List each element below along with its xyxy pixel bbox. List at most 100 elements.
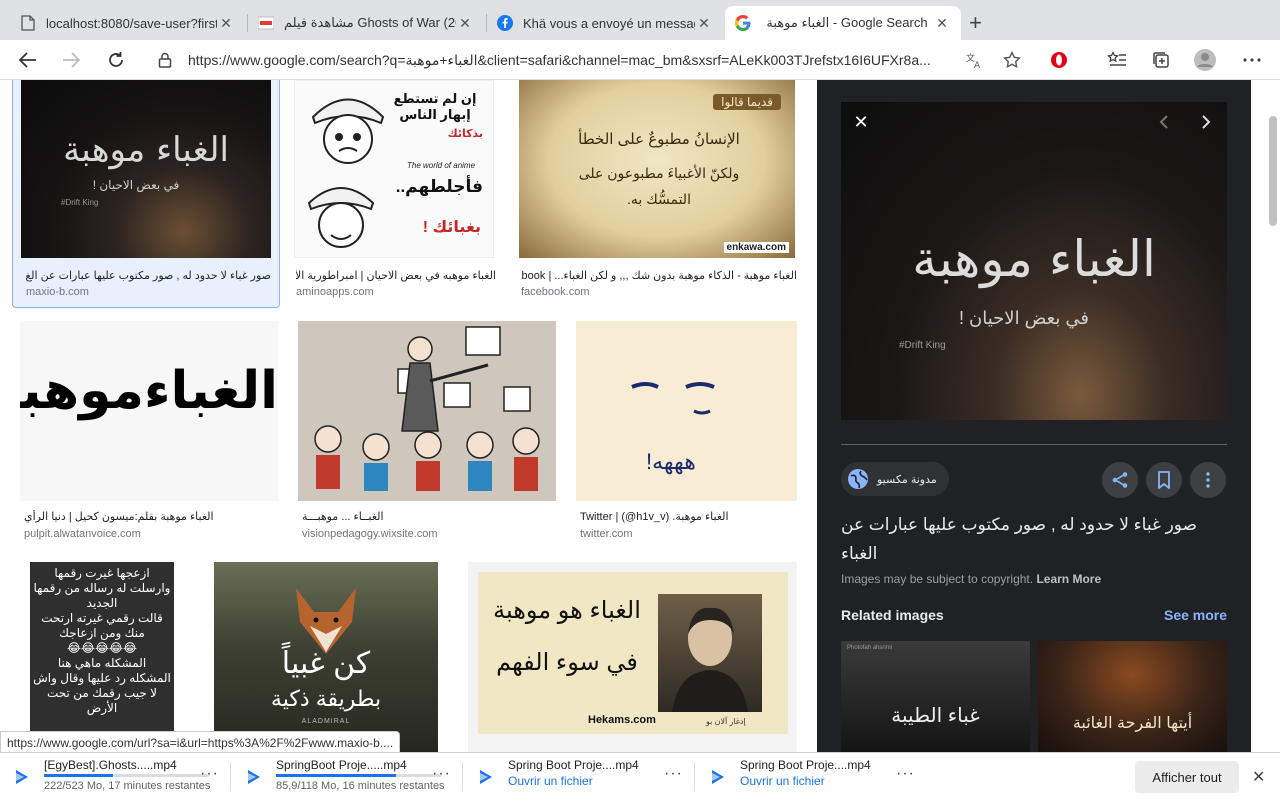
favorites-list-icon[interactable]	[1105, 48, 1129, 72]
download-more-icon[interactable]: ···	[896, 765, 915, 783]
tab-title: الغباء موهبة - Google Search	[766, 15, 928, 30]
download-filename: SpringBoot Proje.....mp4	[276, 758, 407, 772]
download-item[interactable]: Spring Boot Proje....mp4 Ouvrir un fichi…	[464, 753, 694, 801]
download-item[interactable]: Spring Boot Proje....mp4 Ouvrir un fichi…	[696, 753, 926, 801]
thumbnail-text-line: الجديد	[86, 596, 118, 610]
download-progress-fill	[276, 774, 397, 777]
result-thumbnail[interactable]: الغباء هو موهبة في سوء الفهم Hekams.com …	[468, 562, 797, 752]
image-result-aminoapps[interactable]: إن لم تستطع إبهار الناس بذكائك The world…	[294, 80, 504, 308]
thumbnail-caption: الغباء هو موهبة	[493, 597, 641, 624]
image-result-fox[interactable]: كن غبياً بطريقة ذكية ALADMIRAL	[204, 562, 448, 752]
download-status: 222/523 Mo, 17 minutes restantes	[44, 780, 211, 792]
preview-tag: #Drift King	[899, 340, 946, 351]
close-icon[interactable]: ✕	[1252, 767, 1265, 787]
thumbnail-caption: هههه!	[646, 449, 696, 474]
image-result-visionpedagogy[interactable]: الغبــاء ... موهبـــة visionpedagogy.wix…	[298, 321, 558, 551]
related-image-1[interactable]: Photofah ahsrimi غباء الطيبة	[841, 641, 1030, 752]
open-file-link[interactable]: Ouvrir un fichier	[508, 774, 593, 788]
reload-icon[interactable]	[104, 48, 128, 72]
learn-more-link[interactable]: Learn More	[1036, 572, 1101, 586]
thumbnail-tag: ALADMIRAL	[301, 718, 351, 725]
address-bar[interactable]: https://www.google.com/search?q=الغباء+م…	[145, 44, 1045, 76]
preview-title[interactable]: صور غباء لا حدود له , صور مكتوب عليها عب…	[841, 510, 1227, 568]
image-result-hekams[interactable]: الغباء هو موهبة في سوء الفهم Hekams.com …	[468, 562, 798, 752]
collections-icon[interactable]	[1149, 48, 1173, 72]
image-result-facebook[interactable]: قديما قالوا الإنسانُ مطبوعٌ على الخطأ ول…	[519, 80, 799, 308]
next-chevron-icon[interactable]	[1195, 112, 1215, 132]
thumbnail-tag: #Drift King	[61, 198, 99, 207]
result-thumbnail[interactable]: إن لم تستطع إبهار الناس بذكائك The world…	[294, 80, 494, 258]
tab-facebook[interactable]: Khä vous a envoyé un message ✕	[487, 6, 723, 40]
tab-egybest[interactable]: مشاهدة فيلم Ghosts of War (2020) ✕	[248, 6, 484, 40]
site-chip[interactable]: مدونة مكسيو	[841, 462, 949, 496]
translate-icon[interactable]: 文A	[962, 48, 986, 72]
download-status: 85,9/118 Mo, 16 minutes restantes	[276, 780, 445, 792]
thumbnail-tag: The world of anime	[407, 161, 476, 170]
related-image-2[interactable]: أيتها الفرحة الغائبة	[1038, 641, 1227, 752]
favorite-star-icon[interactable]	[1000, 48, 1024, 72]
result-title[interactable]: الغباء موهبة. (h1v_v@) | Twitter	[580, 510, 795, 523]
result-thumbnail[interactable]: هههه!	[576, 321, 797, 501]
show-all-downloads-button[interactable]: Afficher tout	[1135, 761, 1239, 793]
result-source[interactable]: visionpedagogy.wixsite.com	[302, 528, 438, 540]
previous-chevron-icon[interactable]	[1155, 112, 1175, 132]
lock-icon[interactable]	[153, 48, 177, 72]
tab-close-icon[interactable]: ✕	[695, 15, 713, 32]
profile-avatar-icon[interactable]	[1193, 48, 1217, 72]
image-result-twitter[interactable]: هههه! الغباء موهبة. (h1v_v@) | Twitter t…	[576, 321, 798, 551]
back-arrow-icon[interactable]	[16, 48, 40, 72]
tab-google-search[interactable]: الغباء موهبة - Google Search ✕	[725, 6, 961, 40]
result-source[interactable]: pulpit.alwatanvoice.com	[24, 528, 141, 540]
panel-divider	[841, 444, 1227, 445]
image-result-text-post[interactable]: ازعجها غيرت رقمها وارسلت له رساله من رقمه…	[20, 562, 184, 752]
result-thumbnail[interactable]	[298, 321, 556, 501]
result-title[interactable]: الغباء موهبة بقلم:ميسون كحيل | دنيا الرأ…	[24, 510, 274, 523]
preview-image[interactable]: الغباء موهبة في بعض الاحيان ! #Drift Kin…	[841, 102, 1227, 420]
tab-close-icon[interactable]: ✕	[456, 15, 474, 32]
scrollbar-thumb[interactable]	[1269, 116, 1277, 226]
download-more-icon[interactable]: ···	[200, 765, 219, 783]
tab-close-icon[interactable]: ✕	[217, 15, 235, 32]
download-item[interactable]: SpringBoot Proje.....mp4 85,9/118 Mo, 16…	[232, 753, 462, 801]
result-thumbnail[interactable]: كن غبياً بطريقة ذكية ALADMIRAL	[214, 562, 438, 752]
thumbnail-subcaption: في بعض الاحيان !	[92, 178, 180, 192]
new-tab-plus-icon[interactable]: +	[969, 12, 982, 34]
save-bookmark-button[interactable]	[1146, 462, 1182, 498]
opera-icon[interactable]	[1047, 48, 1071, 72]
tab-close-icon[interactable]: ✕	[933, 15, 951, 32]
close-icon[interactable]: ✕	[851, 112, 871, 132]
tab-strip: localhost:8080/save-user?first ✕ مشاهدة …	[0, 0, 1280, 40]
result-source[interactable]: twitter.com	[580, 528, 633, 540]
result-thumbnail[interactable]: الغباء موهبة في بعض الاحيان ! #Drift Kin…	[21, 80, 271, 258]
result-thumbnail[interactable]: قديما قالوا الإنسانُ مطبوعٌ على الخطأ ول…	[519, 80, 795, 258]
result-thumbnail[interactable]: ازعجها غيرت رقمها وارسلت له رساله من رقمه…	[30, 562, 174, 752]
download-item[interactable]: [EgyBest].Ghosts.....mp4 222/523 Mo, 17 …	[0, 753, 230, 801]
forward-arrow-icon[interactable]	[59, 48, 83, 72]
google-icon	[735, 15, 751, 31]
cartoon-face-icon	[311, 98, 385, 164]
share-icon	[1112, 472, 1128, 488]
tab-title: Khä vous a envoyé un message	[523, 15, 695, 31]
tab-localhost[interactable]: localhost:8080/save-user?first ✕	[10, 6, 245, 40]
download-divider	[694, 763, 695, 791]
see-more-link[interactable]: See more	[1164, 607, 1227, 623]
more-options-button[interactable]	[1190, 462, 1226, 498]
result-title[interactable]: الغبــاء ... موهبـــة	[302, 510, 552, 523]
result-source[interactable]: facebook.com	[521, 286, 589, 298]
result-source[interactable]: aminoapps.com	[296, 286, 374, 298]
download-more-icon[interactable]: ···	[664, 765, 683, 783]
result-thumbnail[interactable]: الغباءموهبة	[20, 321, 278, 501]
image-result-maxio[interactable]: الغباء موهبة في بعض الاحيان ! #Drift Kin…	[12, 80, 280, 308]
thumbnail-tag: بغبائك !	[422, 219, 481, 236]
result-source[interactable]: maxio-b.com	[26, 286, 89, 298]
open-file-link[interactable]: Ouvrir un fichier	[740, 774, 825, 788]
result-title[interactable]: الغباء موهبة - الذكاء موهبة بدون شك ,,, …	[521, 269, 797, 282]
result-title[interactable]: الغباء موهبه في بعض الاحيان | امبراطورية…	[296, 269, 496, 282]
image-result-alwatanvoice[interactable]: الغباءموهبة الغباء موهبة بقلم:ميسون كحيل…	[20, 321, 280, 551]
share-button[interactable]	[1102, 462, 1138, 498]
download-more-icon[interactable]: ···	[432, 765, 451, 783]
result-title[interactable]: صور غباء لا حدود له , صور مكتوب عليها عب…	[26, 269, 271, 282]
thumbnail-subcaption: بطريقة ذكية	[270, 686, 382, 711]
more-menu-icon[interactable]	[1240, 48, 1264, 72]
video-file-icon	[16, 770, 28, 784]
